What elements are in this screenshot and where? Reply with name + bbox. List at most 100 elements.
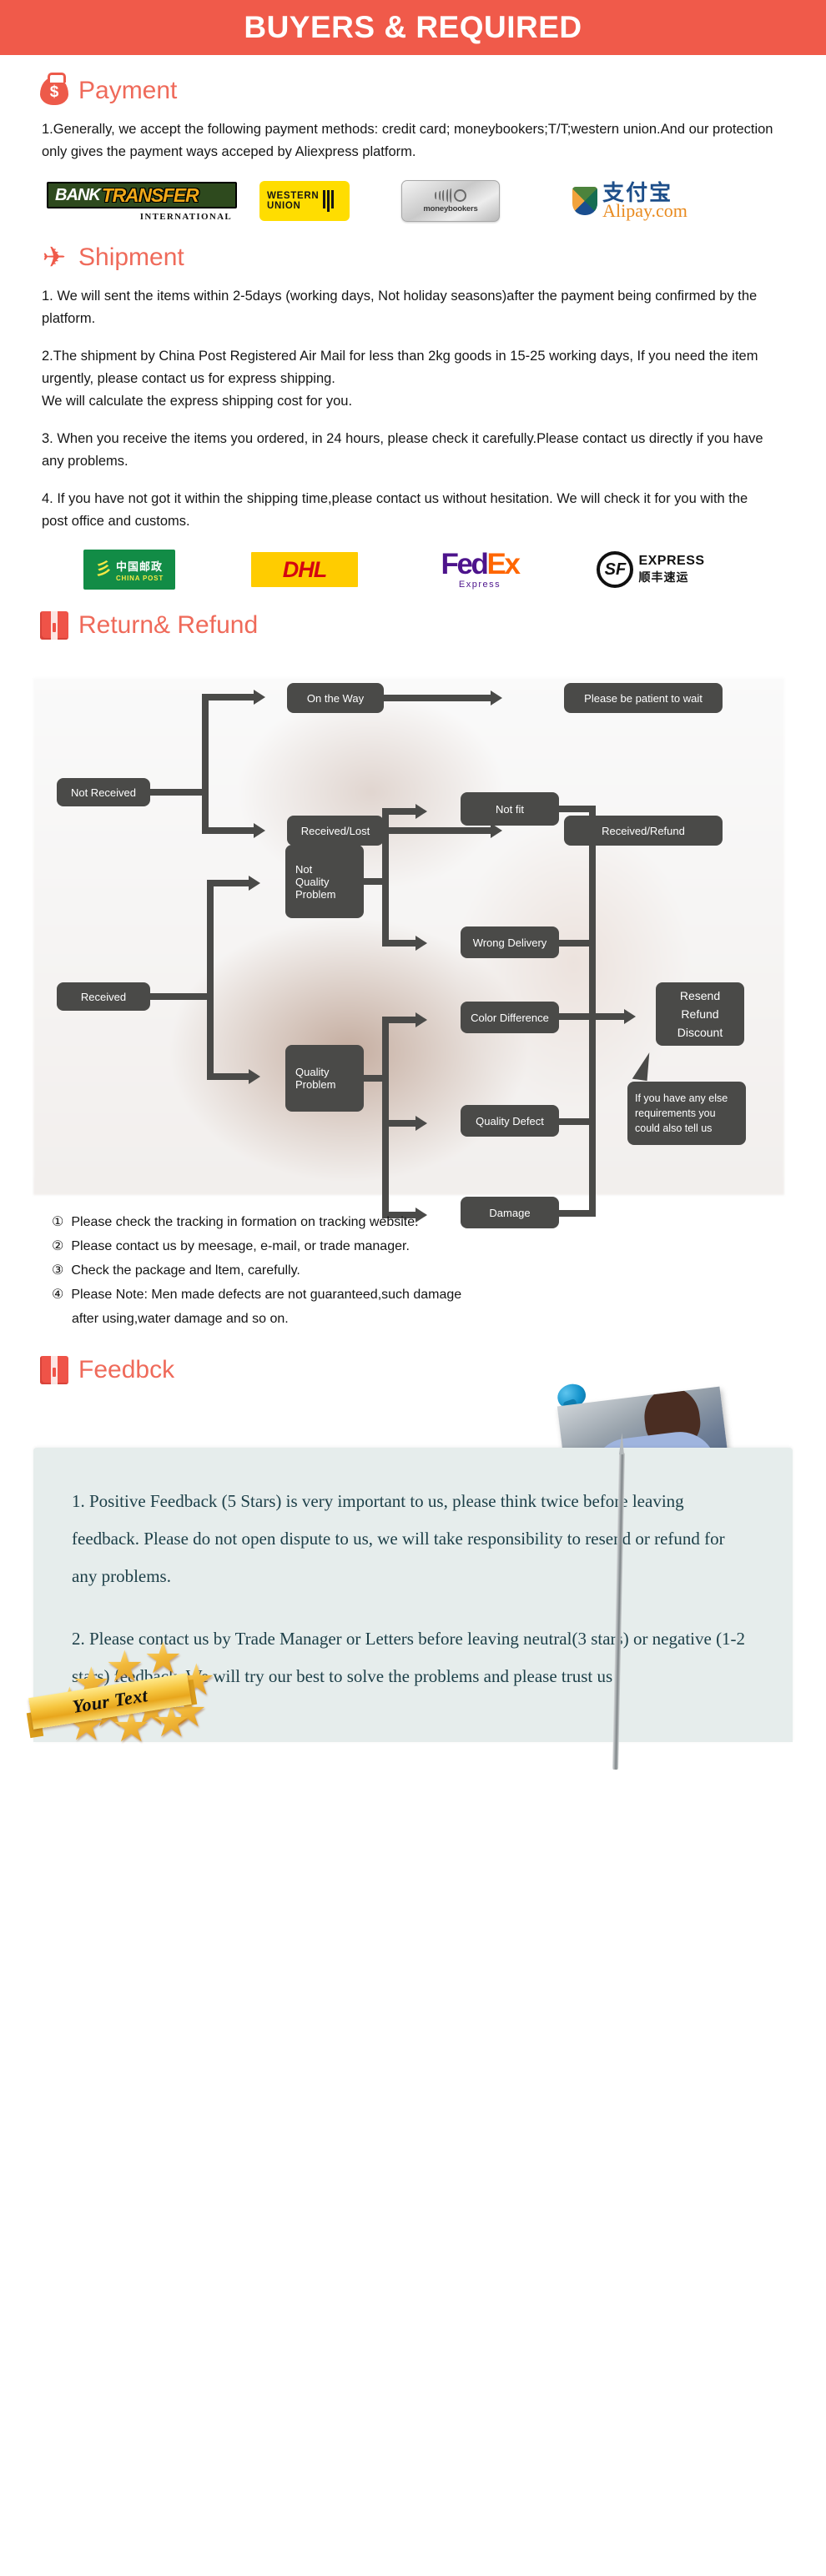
flow-arrow — [254, 823, 265, 838]
return-notes-continuation: after using,water damage and so on. — [72, 1312, 289, 1326]
money-bag-icon: $ — [40, 73, 68, 105]
western-union-line2: UNION — [267, 201, 301, 211]
western-union-logo: WESTERN UNION — [242, 181, 367, 221]
flow-connector — [589, 1013, 596, 1213]
list-text: Please contact us by meesage, e-mail, or… — [71, 1239, 410, 1253]
list-marker: ④ — [52, 1288, 64, 1302]
flow-arrow — [254, 690, 265, 705]
list-text: Please check the tracking in formation o… — [71, 1215, 419, 1229]
feedback-heading-row: Feedbck — [40, 1356, 793, 1384]
flow-connector — [202, 694, 209, 834]
list-text: Check the package and ltem, carefully. — [71, 1263, 300, 1278]
flow-node-quality-defect: Quality Defect — [461, 1105, 559, 1137]
return-refund-section: Return& Refund — [0, 611, 826, 640]
flow-connector — [202, 694, 254, 700]
moneybookers-label: moneybookers — [423, 204, 478, 213]
western-union-bars-icon — [323, 190, 334, 212]
return-notes-section: ① Please check the tracking in formation… — [0, 1210, 826, 1331]
flow-node-on-the-way: On the Way — [287, 683, 384, 713]
package-box-icon — [40, 611, 68, 640]
shipment-paragraph-5: 4. If you have not got it within the shi… — [42, 491, 748, 529]
shipment-paragraph-3: We will calculate the express shipping c… — [42, 394, 353, 409]
list-item: ④ Please Note: Men made defects are not … — [52, 1283, 793, 1307]
signal-waves-icon — [435, 188, 452, 203]
alipay-en: Alipay.com — [602, 200, 687, 221]
shipment-heading-row: ✈ Shipment — [40, 244, 793, 272]
return-flowchart: Not Received On the Way Please be patien… — [0, 653, 826, 1228]
bank-transfer-main: BANK — [55, 185, 101, 204]
flow-arrow — [416, 1116, 427, 1131]
airplane-icon: ✈ — [42, 242, 67, 274]
flow-connector — [207, 880, 249, 886]
shipment-heading: Shipment — [78, 244, 184, 271]
shipment-paragraph-4: 3. When you receive the items you ordere… — [42, 431, 763, 469]
flow-connector — [559, 940, 596, 947]
china-post-mark-icon: 彡 — [94, 560, 112, 579]
package-box-icon — [40, 1356, 68, 1384]
list-item: ② Please contact us by meesage, e-mail, … — [52, 1234, 793, 1258]
return-heading-row: Return& Refund — [40, 611, 793, 640]
western-union-line1: WESTERN — [267, 191, 320, 201]
flow-arrow — [249, 1069, 260, 1084]
flow-connector — [382, 808, 416, 815]
dhl-logo: DHL — [217, 552, 392, 587]
fedex-logo: FedEx Express — [392, 550, 567, 590]
flow-node-not-quality-problem: Not Quality Problem — [285, 845, 364, 918]
flow-connector — [150, 789, 209, 796]
list-marker: ① — [52, 1215, 64, 1229]
fedex-part2: Ex — [486, 548, 521, 580]
flow-node-not-received: Not Received — [57, 778, 150, 806]
flow-arrow — [416, 804, 427, 819]
flow-arrow — [624, 1009, 636, 1024]
flow-node-else-requirements: If you have any else requirements you co… — [627, 1082, 746, 1145]
sf-express-logo: SF EXPRESS 顺丰速运 — [567, 551, 734, 588]
flow-node-received-lost: Received/Lost — [287, 816, 384, 846]
list-marker: ③ — [52, 1263, 64, 1278]
flow-node-wrong-delivery: Wrong Delivery — [461, 926, 559, 958]
flow-connector — [384, 695, 491, 701]
flow-connector — [382, 1120, 416, 1127]
banner-title: BUYERS & REQUIRED — [244, 10, 582, 44]
payment-heading: Payment — [78, 77, 178, 104]
flow-connector — [202, 827, 254, 834]
flow-arrow — [491, 690, 502, 706]
page-banner: BUYERS & REQUIRED — [0, 0, 826, 55]
flow-node-please-wait: Please be patient to wait — [564, 683, 723, 713]
payment-body: 1.Generally, we accept the following pay… — [42, 118, 776, 163]
flow-connector — [382, 1017, 389, 1218]
payment-section: $ Payment 1.Generally, we accept the fol… — [0, 73, 826, 222]
shipment-body: 1. We will sent the items within 2-5days… — [42, 285, 776, 533]
list-item: ③ Check the package and ltem, carefully. — [52, 1258, 793, 1283]
feedback-section: Feedbck — [0, 1356, 826, 1384]
sf-express-cn: 顺丰速运 — [638, 570, 689, 584]
china-post-en: CHINA POST — [115, 574, 164, 582]
flow-arrow — [249, 876, 260, 891]
shipment-section: ✈ Shipment 1. We will sent the items wit… — [0, 244, 826, 590]
flow-arrow — [416, 936, 427, 951]
flow-node-received: Received — [57, 982, 150, 1011]
moneybookers-logo: moneybookers — [367, 180, 534, 222]
ring-icon — [454, 189, 466, 202]
flow-node-color-difference: Color Difference — [461, 1002, 559, 1033]
alipay-logo: 支付宝 Alipay.com — [534, 182, 726, 220]
payment-logo-row: BANK TRANSFER INTERNATIONAL WESTERN UNIO… — [42, 180, 793, 222]
shipment-paragraph-1: 1. We will sent the items within 2-5days… — [42, 289, 758, 326]
flow-connector — [382, 808, 389, 947]
list-text: Please Note: Men made defects are not gu… — [71, 1288, 462, 1302]
gold-star-seal: ★ ★ ★ ★ ★ ★ ★ ★ ★ ★ ★ Your Text — [25, 1637, 826, 1759]
china-post-logo: 彡 中国邮政 CHINA POST — [42, 550, 217, 590]
flow-connector — [207, 880, 214, 1080]
feedback-paragraph-1: 1. Positive Feedback (5 Stars) is very i… — [72, 1491, 725, 1586]
flow-connector — [384, 827, 491, 834]
bank-transfer-sub: INTERNATIONAL — [139, 212, 232, 222]
flow-connector — [150, 993, 209, 1000]
bottom-spacer — [0, 1759, 826, 1819]
feedback-heading: Feedbck — [78, 1356, 175, 1383]
bank-transfer-accent: TRANSFER — [101, 183, 199, 206]
seal-ribbon-text: Your Text — [70, 1685, 149, 1717]
china-post-cn: 中国邮政 — [115, 560, 163, 573]
sf-mark-icon: SF — [597, 551, 634, 588]
return-notes-list: ① Please check the tracking in formation… — [52, 1210, 793, 1307]
list-item: ① Please check the tracking in formation… — [52, 1210, 793, 1234]
flow-node-resend-refund-discount: Resend Refund Discount — [656, 982, 744, 1046]
